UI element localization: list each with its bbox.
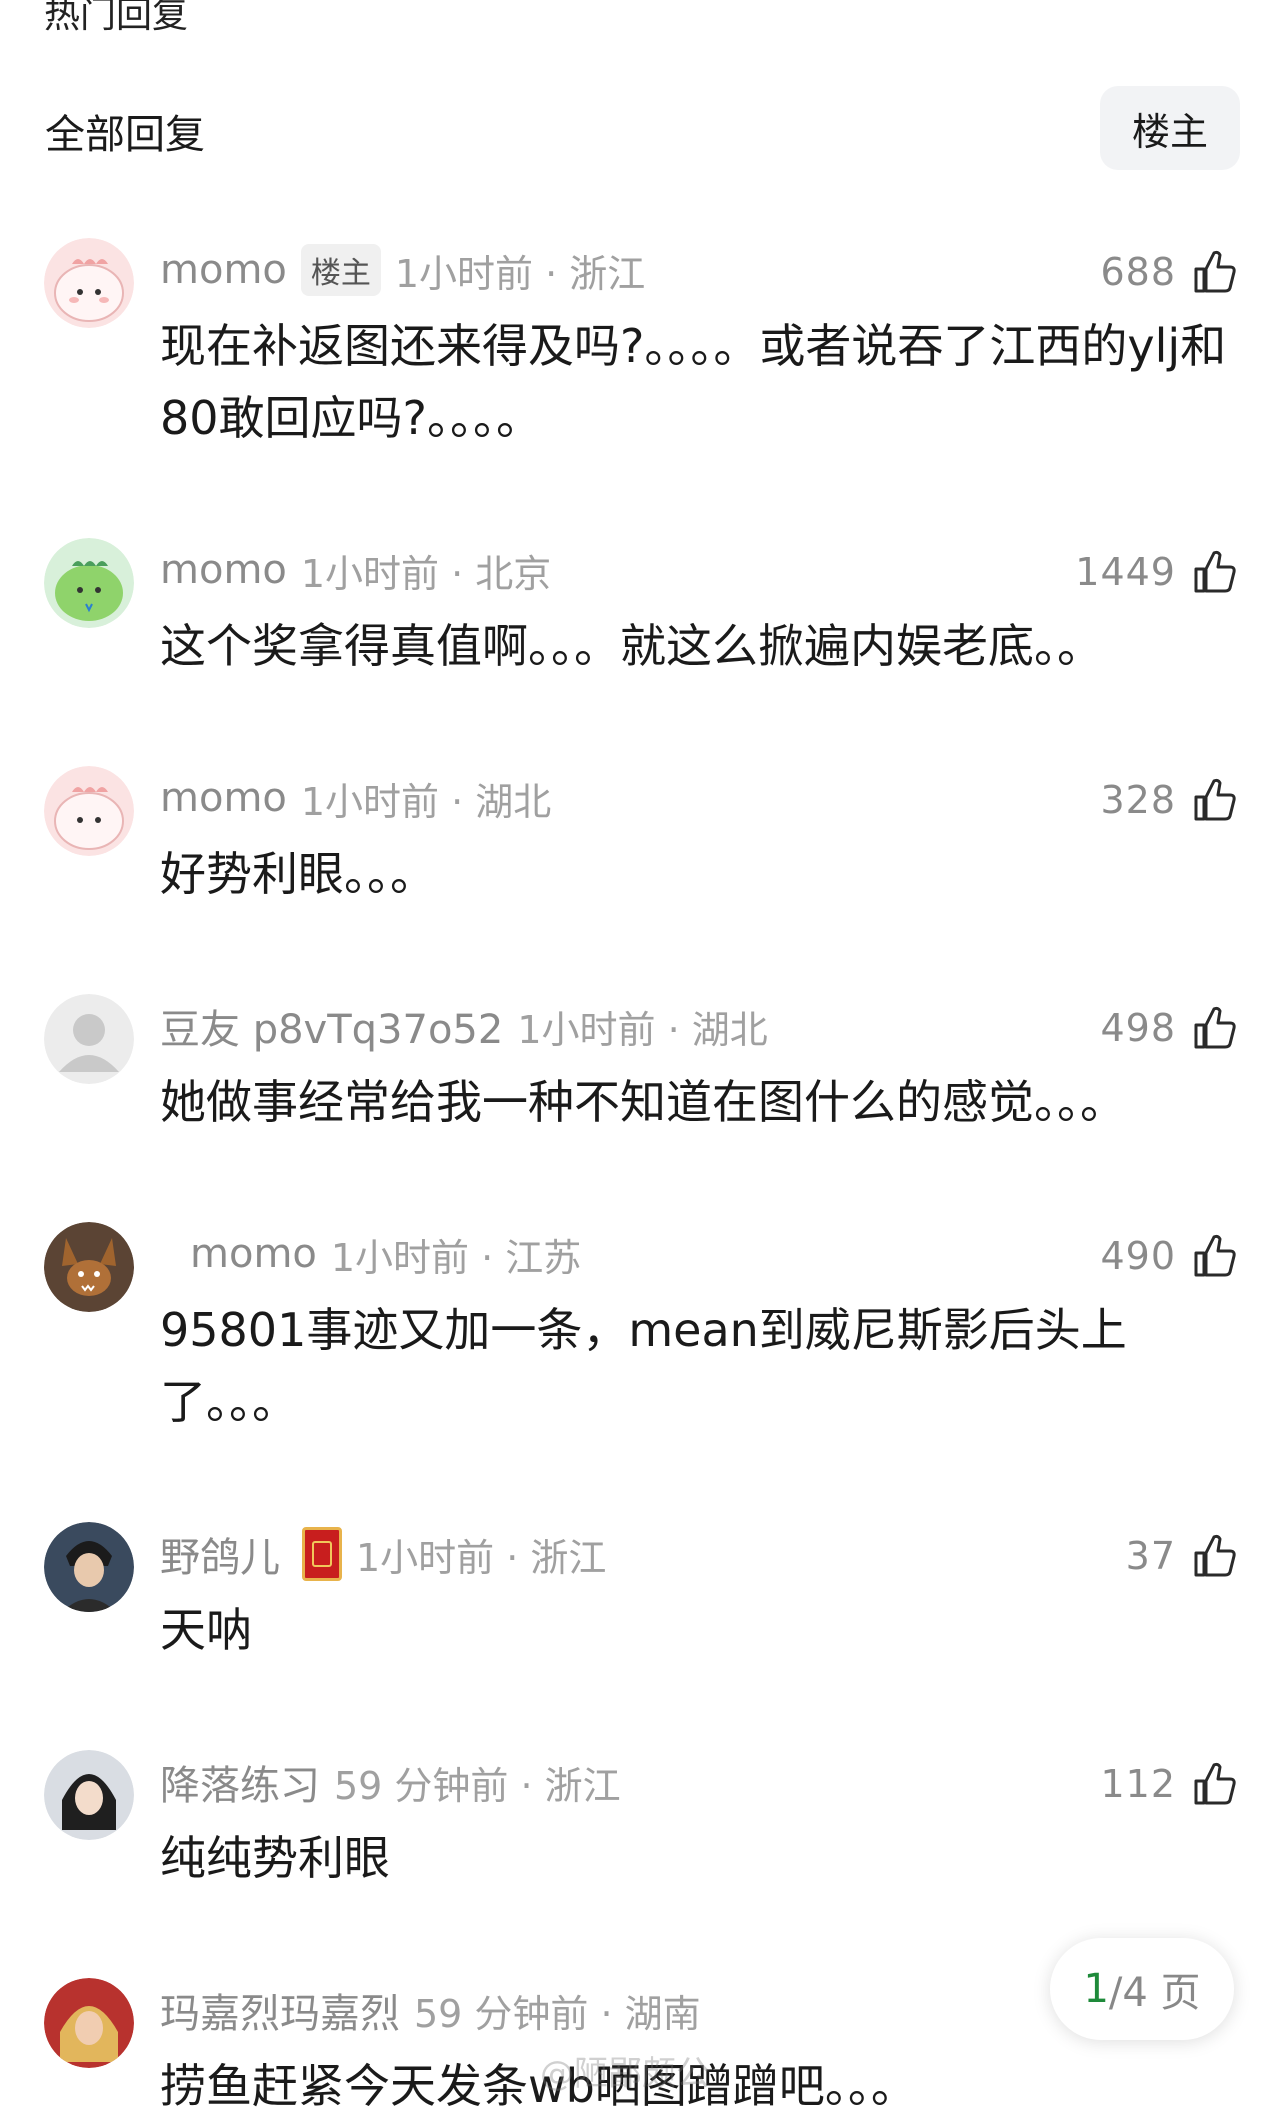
time-location: 1小时前 · 湖北 bbox=[300, 779, 552, 824]
like-count: 328 bbox=[1100, 778, 1176, 822]
comment-meta: momo 楼主 1小时前 · 浙江 bbox=[160, 240, 645, 300]
like-button[interactable]: 37 bbox=[1126, 1528, 1240, 1584]
username[interactable]: momo bbox=[190, 1231, 317, 1277]
comment-meta: momo 1小时前 · 湖北 bbox=[160, 768, 551, 828]
comment-text: 现在补返图还来得及吗?。。。。或者说吞了江西的ylj和80敢回应吗?。。。。 bbox=[160, 319, 1227, 445]
time-location: 1小时前 · 北京 bbox=[300, 551, 552, 596]
hot-replies-title: 热门回复 bbox=[44, 0, 189, 36]
avatar[interactable] bbox=[44, 1522, 134, 1612]
like-button[interactable]: 490 bbox=[1100, 1228, 1240, 1284]
like-count: 1449 bbox=[1075, 550, 1176, 594]
comment-text: 95801事迹又加一条，mean到威尼斯影后头上了。。。 bbox=[160, 1303, 1127, 1429]
username[interactable]: 豆友 p8vTq37o52 bbox=[160, 997, 503, 1055]
avatar[interactable] bbox=[44, 1978, 134, 2068]
thumb-up-icon bbox=[1194, 1762, 1236, 1805]
comment-meta: momo 1小时前 · 江苏 bbox=[190, 1224, 581, 1284]
thumb-up-icon bbox=[1194, 250, 1236, 293]
like-count: 490 bbox=[1100, 1234, 1176, 1278]
like-count: 688 bbox=[1100, 250, 1176, 294]
total-pages: /4 页 bbox=[1108, 1970, 1201, 2016]
time-location: 59 分钟前 · 浙江 bbox=[334, 1763, 621, 1808]
like-button[interactable]: 112 bbox=[1100, 1756, 1240, 1812]
comment-text: 她做事经常给我一种不知道在图什么的感觉。。。 bbox=[160, 1075, 1126, 1129]
comment-meta: momo 1小时前 · 北京 bbox=[160, 540, 551, 600]
username[interactable]: 降落练习 bbox=[160, 1753, 320, 1811]
like-count: 498 bbox=[1100, 1006, 1176, 1050]
thumb-up-icon bbox=[1194, 1534, 1236, 1577]
comment-meta: 野鸽儿 1小时前 · 浙江 bbox=[160, 1524, 606, 1584]
comment-text: 好势利眼。。。 bbox=[160, 847, 436, 901]
comment-meta: 玛嘉烈玛嘉烈 59 分钟前 · 湖南 bbox=[160, 1980, 701, 2040]
red-badge-icon bbox=[302, 1527, 342, 1581]
time-location: 59 分钟前 · 湖南 bbox=[414, 1991, 701, 2036]
like-count: 37 bbox=[1125, 1534, 1176, 1578]
username[interactable]: momo bbox=[160, 775, 287, 821]
avatar[interactable] bbox=[44, 238, 134, 328]
like-button[interactable]: 498 bbox=[1100, 1000, 1240, 1056]
thumb-up-icon bbox=[1194, 1234, 1236, 1277]
like-button[interactable]: 1449 bbox=[1075, 544, 1240, 600]
avatar[interactable] bbox=[44, 538, 134, 628]
avatar[interactable] bbox=[44, 1750, 134, 1840]
pagination-indicator[interactable]: 1 /4 页 bbox=[1050, 1938, 1234, 2040]
comment-text: 这个奖拿得真值啊。。。就这么掀遍内娱老底。。 bbox=[160, 619, 1103, 673]
op-only-filter-button[interactable]: 楼主 bbox=[1100, 86, 1240, 170]
avatar[interactable] bbox=[44, 1222, 134, 1312]
time-location: 1小时前 · 江苏 bbox=[330, 1235, 582, 1280]
thumb-up-icon bbox=[1194, 1006, 1236, 1049]
time-location: 1小时前 · 湖北 bbox=[517, 1007, 768, 1052]
like-count: 112 bbox=[1100, 1762, 1176, 1806]
thumb-up-icon bbox=[1194, 550, 1236, 593]
all-replies-title: 全部回复 bbox=[45, 112, 205, 158]
username[interactable]: 玛嘉烈玛嘉烈 bbox=[160, 1981, 400, 2039]
watermark: @陋鄙颇公 bbox=[540, 2054, 710, 2094]
username[interactable]: momo bbox=[160, 247, 287, 293]
all-replies-header: 全部回复 楼主 bbox=[0, 82, 1284, 172]
time-location: 1小时前 · 浙江 bbox=[394, 251, 646, 296]
time-location: 1小时前 · 浙江 bbox=[356, 1535, 607, 1580]
username[interactable]: 野鸽儿 bbox=[160, 1525, 280, 1583]
comment-meta: 降落练习 59 分钟前 · 浙江 bbox=[160, 1752, 621, 1812]
avatar[interactable] bbox=[44, 766, 134, 856]
current-page: 1 bbox=[1083, 1966, 1109, 2012]
comment-text: 纯纯势利眼 bbox=[160, 1831, 390, 1885]
avatar[interactable] bbox=[44, 994, 134, 1084]
comment-meta: 豆友 p8vTq37o52 1小时前 · 湖北 bbox=[160, 996, 768, 1056]
like-button[interactable]: 328 bbox=[1100, 772, 1240, 828]
thumb-up-icon bbox=[1194, 778, 1236, 821]
op-badge: 楼主 bbox=[300, 244, 381, 296]
username[interactable]: momo bbox=[160, 547, 287, 593]
like-button[interactable]: 688 bbox=[1100, 244, 1240, 300]
comment-text: 天呐 bbox=[160, 1603, 252, 1657]
